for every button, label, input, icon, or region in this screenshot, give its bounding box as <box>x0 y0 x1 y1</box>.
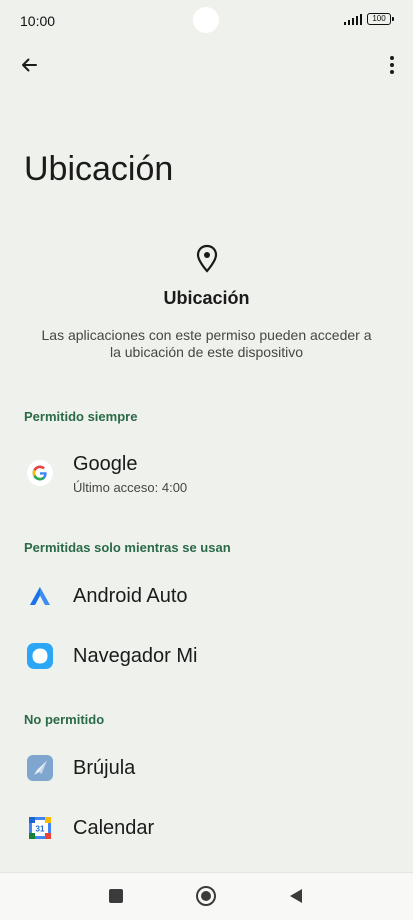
permission-header: Ubicación Las aplicaciones con este perm… <box>0 244 413 361</box>
section-header-always: Permitido siempre <box>24 409 138 424</box>
calendar-icon: 31 <box>26 814 54 842</box>
back-nav-button[interactable] <box>285 885 307 907</box>
home-button[interactable] <box>195 885 217 907</box>
app-bar <box>0 44 413 84</box>
section-header-denied: No permitido <box>24 712 105 727</box>
app-name: Google <box>73 453 138 475</box>
location-pin-icon <box>195 244 219 274</box>
app-name: Navegador Mi <box>73 645 198 667</box>
app-row-navegador-mi[interactable]: Navegador Mi <box>0 628 413 684</box>
android-auto-icon <box>26 582 54 610</box>
more-vert-icon <box>390 56 394 74</box>
status-icons: 100 <box>343 13 394 25</box>
status-bar: 10:00 100 <box>0 0 413 40</box>
calendar-day: 31 <box>36 825 45 834</box>
app-row-google[interactable]: Google Último acceso: 4:00 <box>0 445 413 501</box>
back-button[interactable] <box>14 50 44 80</box>
app-row-brujula[interactable]: Brújula <box>0 740 413 796</box>
permission-title: Ubicación <box>163 288 250 308</box>
more-options-button[interactable] <box>381 50 403 80</box>
app-name: Android Auto <box>73 585 188 607</box>
battery-icon: 100 <box>367 13 394 25</box>
page-title: Ubicación <box>24 150 174 188</box>
home-circle-icon <box>196 886 216 906</box>
battery-level: 100 <box>372 14 386 23</box>
triangle-back-icon <box>290 889 302 903</box>
app-last-access: Último acceso: 4:00 <box>73 480 188 495</box>
app-row-calendar[interactable]: 31 Calendar <box>0 800 413 856</box>
compass-icon <box>26 754 54 782</box>
app-name: Brújula <box>73 757 136 779</box>
mi-browser-icon <box>26 642 54 670</box>
app-row-android-auto[interactable]: Android Auto <box>0 568 413 624</box>
square-icon <box>109 889 123 903</box>
recents-button[interactable] <box>105 885 127 907</box>
navigation-bar <box>0 872 413 920</box>
google-icon <box>26 459 54 487</box>
status-time: 10:00 <box>20 13 56 29</box>
app-name: Calendar <box>73 817 155 839</box>
signal-icon <box>343 13 362 25</box>
arrow-left-icon <box>22 58 37 72</box>
section-header-while-using: Permitidas solo mientras se usan <box>24 540 231 555</box>
permission-description: Las aplicaciones con este permiso pueden… <box>41 327 372 360</box>
camera-cutout <box>193 7 219 33</box>
